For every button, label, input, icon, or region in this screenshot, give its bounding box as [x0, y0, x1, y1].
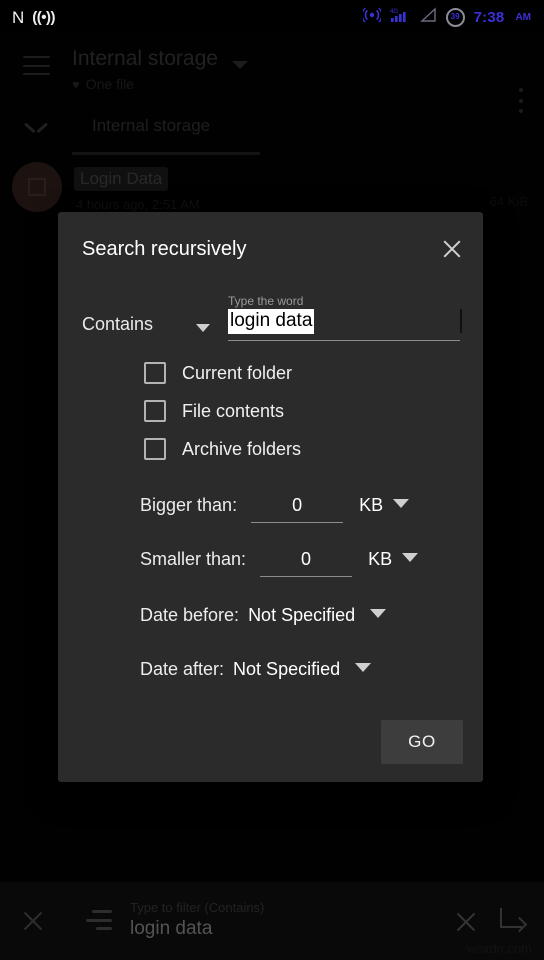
bigger-than-label: Bigger than: [140, 495, 238, 515]
search-input-underline [228, 340, 460, 341]
search-input-value: login data [228, 309, 315, 334]
dialog-title: Search recursively [82, 238, 247, 260]
checkbox-box-icon[interactable] [144, 362, 166, 384]
clear-icon[interactable] [454, 910, 478, 934]
bigger-than-row: Bigger than: 0 KB [140, 495, 410, 523]
go-button[interactable]: GO [381, 720, 463, 764]
checkbox-label: Archive folders [182, 438, 302, 459]
date-after-row: Date after: Not Specified [140, 659, 372, 680]
svg-text:4G: 4G [390, 9, 398, 15]
checkbox-label: Current folder [182, 362, 293, 383]
search-recursively-dialog: Search recursively Contains Type the wor… [58, 212, 483, 782]
input-underline [251, 522, 344, 523]
checkbox-file-contents[interactable]: File contents [144, 400, 284, 422]
clock-meridiem: AM [515, 11, 531, 23]
filter-bar: Type to filter (Contains) login data wsx… [0, 882, 544, 960]
status-bar-right: 4G 39 7:38 AM [361, 6, 544, 29]
bigger-than-unit[interactable]: KB [359, 495, 383, 516]
chevron-down-icon[interactable] [370, 609, 387, 618]
checkbox-box-icon[interactable] [144, 400, 166, 422]
search-input[interactable]: login data [228, 309, 462, 334]
enter-arrow-icon[interactable] [498, 908, 528, 936]
chevron-down-icon[interactable] [355, 663, 372, 672]
date-before-label: Date before: [140, 605, 240, 625]
chevron-down-icon[interactable] [393, 499, 410, 508]
date-after-label: Date after: [140, 659, 225, 679]
date-before-value[interactable]: Not Specified [248, 605, 355, 626]
close-icon[interactable] [20, 908, 46, 934]
bigger-than-input[interactable]: 0 [251, 495, 344, 523]
checkbox-archive-folders[interactable]: Archive folders [144, 438, 301, 460]
battery-indicator: 39 [445, 7, 465, 27]
smaller-than-row: Smaller than: 0 KB [140, 549, 419, 577]
query-row: Contains Type the word login data [82, 294, 462, 344]
text-caret [460, 309, 462, 333]
search-input-label: Type the word [228, 294, 304, 308]
battery-level: 39 [450, 12, 460, 21]
clock: 7:38 [473, 8, 505, 26]
date-before-row: Date before: Not Specified [140, 605, 387, 626]
status-bar-left: N ((•)) [0, 7, 56, 27]
smaller-than-value: 0 [301, 549, 312, 569]
filter-input-value[interactable]: login data [130, 918, 212, 940]
hotspot-icon [361, 6, 383, 29]
status-bar: N ((•)) 4G 39 7:38 AM [0, 0, 544, 34]
match-mode-label[interactable]: Contains [82, 314, 153, 335]
checkbox-box-icon[interactable] [144, 438, 166, 460]
close-icon[interactable] [439, 236, 465, 262]
filter-hint-label: Type to filter (Contains) [130, 900, 265, 915]
cellular-signal-icon: 4G [390, 6, 410, 29]
watermark: wsxdn.com [466, 941, 532, 956]
signal-triangle-icon [419, 6, 437, 28]
filter-lines-icon[interactable] [86, 910, 112, 930]
checkbox-label: File contents [182, 400, 285, 421]
input-underline [260, 576, 353, 577]
nfc-icon: N [12, 7, 25, 27]
chevron-down-icon[interactable] [196, 324, 210, 332]
smaller-than-unit[interactable]: KB [368, 549, 392, 570]
wifi-tether-icon: ((•)) [32, 8, 56, 26]
date-after-value[interactable]: Not Specified [233, 659, 340, 680]
checkbox-current-folder[interactable]: Current folder [144, 362, 292, 384]
phone-screen: N ((•)) 4G 39 7:38 AM Search recursively… [0, 0, 544, 960]
smaller-than-label: Smaller than: [140, 549, 247, 569]
chevron-down-icon[interactable] [402, 553, 419, 562]
smaller-than-input[interactable]: 0 [260, 549, 353, 577]
bigger-than-value: 0 [292, 495, 303, 515]
